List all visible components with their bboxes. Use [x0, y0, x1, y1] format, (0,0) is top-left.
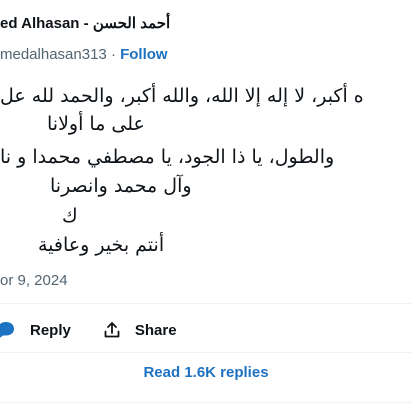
tweet-actions: Reply Share	[0, 318, 177, 342]
tweet-date[interactable]: or 9, 2024	[0, 272, 68, 289]
divider	[0, 352, 412, 353]
author-separator: -	[83, 15, 89, 32]
author-display-name-arabic[interactable]: أحمد الحسن	[93, 15, 170, 32]
tweet-line: على ما أولانا	[47, 113, 145, 135]
share-label: Share	[134, 321, 177, 339]
tweet-line: والطول، يا ذا الجود، يا مصطفي محمدا و نا	[0, 146, 335, 168]
share-action[interactable]: Share	[103, 321, 177, 339]
handle-dot: ·	[110, 46, 116, 63]
reply-icon	[0, 320, 16, 340]
reply-action[interactable]: Reply	[0, 320, 71, 340]
follow-button[interactable]: Follow	[120, 46, 168, 63]
tweet-line: ه أكبر، لا إله إلا الله، والله أكبر، وال…	[0, 85, 364, 107]
author-header: ed Alhasan - أحمد الحسن	[0, 14, 170, 32]
author-handle-row: medalhasan313 · Follow	[0, 46, 168, 63]
divider	[0, 402, 412, 403]
tweet-line: ك	[62, 205, 78, 227]
divider	[0, 303, 412, 304]
tweet-line: وآل محمد وانصرنا	[50, 175, 192, 197]
author-display-name[interactable]: ed Alhasan	[0, 15, 79, 32]
read-replies-link[interactable]: Read 1.6K replies	[0, 364, 412, 381]
tweet-line: أنتم بخير وعافية	[38, 234, 165, 256]
author-handle[interactable]: medalhasan313	[0, 46, 107, 63]
reply-label: Reply	[30, 321, 71, 339]
share-icon	[103, 321, 121, 339]
